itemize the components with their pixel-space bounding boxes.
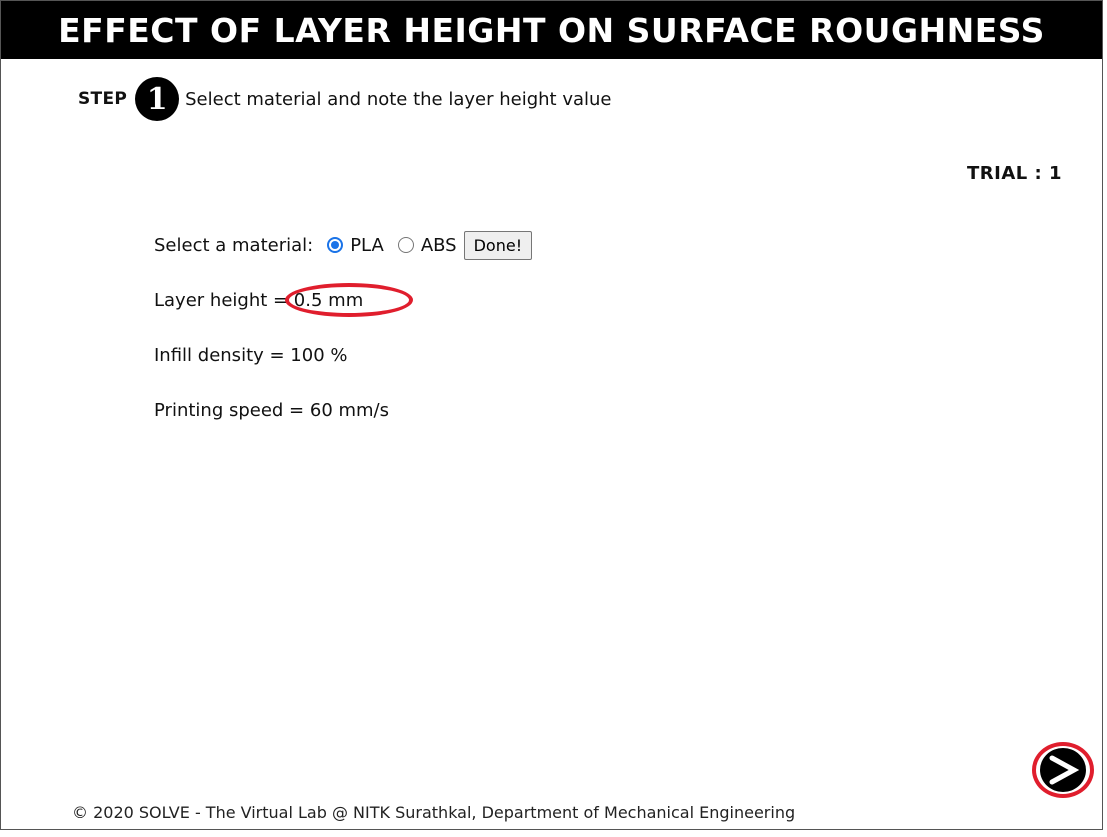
page-frame: EFFECT OF LAYER HEIGHT ON SURFACE ROUGHN… xyxy=(0,0,1103,830)
layer-height-row: Layer height = 0.5 mm xyxy=(154,283,532,317)
radio-abs[interactable] xyxy=(397,237,414,253)
material-label: Select a material: xyxy=(154,234,314,256)
printing-speed-value: Printing speed = 60 mm/s xyxy=(154,399,390,421)
radio-abs-label[interactable]: ABS xyxy=(421,235,457,256)
step-label: STEP xyxy=(78,89,128,109)
next-button[interactable] xyxy=(1032,742,1094,798)
page-title: EFFECT OF LAYER HEIGHT ON SURFACE ROUGHN… xyxy=(1,1,1102,59)
footer-copyright: © 2020 SOLVE - The Virtual Lab @ NITK Su… xyxy=(72,803,796,822)
material-row: Select a material: PLA ABS Done! xyxy=(154,229,533,261)
step-instruction: Select material and note the layer heigh… xyxy=(185,88,612,110)
step-indicator: STEP 1 Select material and note the laye… xyxy=(78,77,612,121)
radio-pla-label[interactable]: PLA xyxy=(350,235,384,256)
done-button[interactable]: Done! xyxy=(463,230,533,260)
radio-option-abs[interactable]: ABS xyxy=(397,235,457,256)
chevron-right-icon xyxy=(1049,755,1080,785)
layer-height-value: Layer height = 0.5 mm xyxy=(154,289,364,311)
trial-counter: TRIAL : 1 xyxy=(967,163,1062,184)
infill-density-value: Infill density = 100 % xyxy=(154,344,348,366)
infill-density-row: Infill density = 100 % xyxy=(154,339,532,371)
material-radio-group: PLA ABS xyxy=(327,235,463,256)
next-arrow-icon[interactable] xyxy=(1040,748,1086,792)
printing-speed-row: Printing speed = 60 mm/s xyxy=(154,394,532,426)
radio-pla[interactable] xyxy=(327,237,344,253)
step-number-badge: 1 xyxy=(135,77,180,121)
radio-option-pla[interactable]: PLA xyxy=(327,235,384,256)
experiment-form: Select a material: PLA ABS Done! Layer h… xyxy=(154,229,533,449)
